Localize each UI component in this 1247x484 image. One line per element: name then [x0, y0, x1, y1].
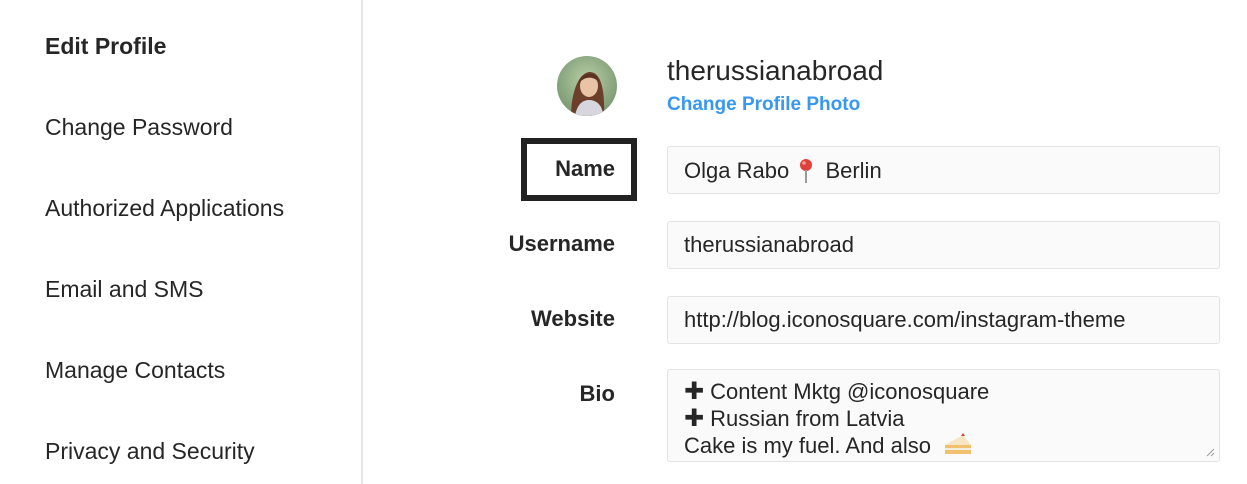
sidebar-item-edit-profile[interactable]: Edit Profile	[45, 33, 166, 60]
plus-icon: ✚	[684, 378, 705, 405]
bio-line-text: Content Mktg @iconosquare	[710, 379, 990, 404]
username-input[interactable]: therussianabroad	[667, 221, 1220, 269]
sidebar-item-privacy-and-security[interactable]: Privacy and Security	[45, 438, 255, 465]
website-label: Website	[531, 306, 615, 331]
round-pushpin-icon	[800, 159, 813, 184]
name-label: Name	[555, 156, 615, 181]
profile-photo-icon	[557, 56, 617, 116]
name-input[interactable]: Olga Rabo Berlin	[667, 146, 1220, 194]
edit-profile-form: therussianabroad Change Profile Photo Na…	[365, 0, 1247, 484]
bio-line: Cake is my fuel. And also	[684, 432, 1203, 459]
cake-slice-icon	[945, 433, 972, 454]
name-value-first: Olga Rabo	[684, 158, 790, 184]
bio-line-text: Russian from Latvia	[710, 406, 905, 431]
sidebar-item-email-and-sms[interactable]: Email and SMS	[45, 276, 204, 303]
bio-label: Bio	[579, 381, 615, 406]
resize-handle-icon[interactable]	[1205, 447, 1215, 457]
sidebar-item-manage-contacts[interactable]: Manage Contacts	[45, 357, 225, 384]
name-value-second: Berlin	[825, 158, 882, 184]
change-profile-photo-link[interactable]: Change Profile Photo	[667, 94, 860, 116]
sidebar-item-change-password[interactable]: Change Password	[45, 114, 233, 141]
username-label: Username	[508, 231, 615, 256]
plus-icon: ✚	[684, 405, 705, 432]
bio-line: ✚ Content Mktg @iconosquare	[684, 378, 1203, 405]
edit-profile-page: Edit Profile Change Password Authorized …	[0, 0, 1247, 484]
profile-username: therussianabroad	[667, 55, 884, 86]
bio-line-text: Cake is my fuel. And also	[684, 433, 932, 458]
website-input[interactable]: http://blog.iconosquare.com/instagram-th…	[667, 296, 1220, 344]
bio-textarea[interactable]: ✚ Content Mktg @iconosquare ✚ Russian from…	[667, 369, 1220, 462]
sidebar-item-authorized-applications[interactable]: Authorized Applications	[45, 195, 284, 222]
bio-line: ✚ Russian from Latvia	[684, 405, 1203, 432]
avatar[interactable]	[557, 56, 617, 116]
settings-sidebar: Edit Profile Change Password Authorized …	[0, 0, 363, 484]
